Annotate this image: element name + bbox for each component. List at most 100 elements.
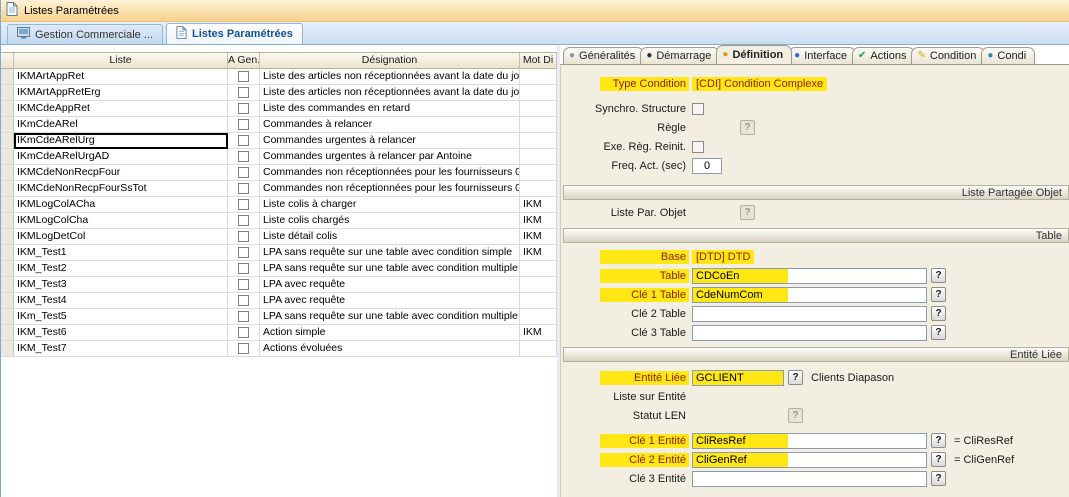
row-selector[interactable] [1,293,14,309]
cle3-entite-input[interactable] [692,471,927,487]
cell-designation[interactable]: LPA sans requête sur une table avec cond… [260,245,520,261]
grid-header-mot-directeur[interactable]: Mot Di [520,53,557,69]
cell-designation[interactable]: LPA sans requête sur une table avec cond… [260,309,520,325]
grid-header-designation[interactable]: Désignation [260,53,520,69]
cell-mot-directeur[interactable]: IKM [520,229,557,245]
grid-header-a-gen[interactable]: A Gen. [228,53,260,69]
row-selector[interactable] [1,133,14,149]
cell-a-gen[interactable] [228,309,260,325]
cell-mot-directeur[interactable] [520,85,557,101]
row-selector[interactable] [1,117,14,133]
cle3-table-input[interactable] [692,325,927,341]
cell-designation[interactable]: Liste détail colis [260,229,520,245]
cell-a-gen[interactable] [228,101,260,117]
tab-demarrage[interactable]: ● Démarrage [640,47,720,64]
cell-liste[interactable]: IKM_Test1 [14,245,228,261]
cell-a-gen[interactable] [228,69,260,85]
row-selector[interactable] [1,181,14,197]
cell-designation[interactable]: LPA sans requête sur une table avec cond… [260,261,520,277]
table-row[interactable]: IKm_Test5 LPA sans requête sur une table… [1,309,557,325]
a-gen-checkbox[interactable] [238,263,249,274]
cell-mot-directeur[interactable] [520,277,557,293]
cle2-entite-input[interactable] [692,452,927,468]
cle1-entite-help-button[interactable]: ? [931,433,946,448]
cell-a-gen[interactable] [228,85,260,101]
row-selector[interactable] [1,277,14,293]
cell-a-gen[interactable] [228,261,260,277]
cle1-table-input[interactable] [692,287,927,303]
a-gen-checkbox[interactable] [238,151,249,162]
row-selector[interactable] [1,101,14,117]
cell-mot-directeur[interactable] [520,69,557,85]
cell-mot-directeur[interactable] [520,309,557,325]
table-row[interactable]: IKMCdeNonRecpFour Commandes non réceptio… [1,165,557,181]
cell-liste[interactable]: IKMLogColCha [14,213,228,229]
cle2-table-help-button[interactable]: ? [931,306,946,321]
cle3-table-help-button[interactable]: ? [931,325,946,340]
cell-designation[interactable]: Liste colis à charger [260,197,520,213]
cle2-entite-help-button[interactable]: ? [931,452,946,467]
row-selector[interactable] [1,229,14,245]
table-row[interactable]: IKMArtAppRet Liste des articles non réce… [1,69,557,85]
cell-designation[interactable]: LPA avec requête [260,277,520,293]
cell-liste[interactable]: IKM_Test2 [14,261,228,277]
cell-a-gen[interactable] [228,341,260,357]
cell-mot-directeur[interactable] [520,293,557,309]
cell-designation[interactable]: Commandes à relancer [260,117,520,133]
row-selector[interactable] [1,85,14,101]
cell-mot-directeur[interactable] [520,181,557,197]
row-selector[interactable] [1,149,14,165]
a-gen-checkbox[interactable] [238,215,249,226]
cell-a-gen[interactable] [228,181,260,197]
grid-header-liste[interactable]: Liste [14,53,228,69]
tab-gestion-commerciale[interactable]: Gestion Commerciale ... [7,24,163,44]
entite-liee-input[interactable] [692,370,784,386]
cell-designation[interactable]: Commandes non réceptionnées pour les fou… [260,181,520,197]
cell-a-gen[interactable] [228,149,260,165]
cell-liste[interactable]: IKM_Test3 [14,277,228,293]
cell-liste[interactable]: IKMCdeAppRet [14,101,228,117]
cell-mot-directeur[interactable] [520,165,557,181]
cell-mot-directeur[interactable] [520,261,557,277]
table-row[interactable]: IKM_Test4 LPA avec requête [1,293,557,309]
table-row[interactable]: IKM_Test6 Action simple IKM [1,325,557,341]
cle2-table-input[interactable] [692,306,927,322]
cell-a-gen[interactable] [228,213,260,229]
cell-a-gen[interactable] [228,133,260,149]
a-gen-checkbox[interactable] [238,199,249,210]
table-row[interactable]: IKMLogDetCol Liste détail colis IKM [1,229,557,245]
a-gen-checkbox[interactable] [238,71,249,82]
exe-reg-reinit-checkbox[interactable] [692,141,704,153]
cell-mot-directeur[interactable] [520,117,557,133]
table-row[interactable]: IKMCdeAppRet Liste des commandes en reta… [1,101,557,117]
table-row[interactable]: IKM_Test1 LPA sans requête sur une table… [1,245,557,261]
cell-liste[interactable]: IKMCdeNonRecpFourSsTot [14,181,228,197]
table-row[interactable]: IKM_Test3 LPA avec requête [1,277,557,293]
tab-listes-parametrees[interactable]: Listes Paramétrées [166,23,303,44]
table-row[interactable]: IKMArtAppRetErg Liste des articles non r… [1,85,557,101]
cell-mot-directeur[interactable] [520,149,557,165]
cell-a-gen[interactable] [228,277,260,293]
table-input[interactable] [692,268,927,284]
tab-actions[interactable]: ✔ Actions [852,47,915,64]
cell-a-gen[interactable] [228,197,260,213]
row-selector[interactable] [1,325,14,341]
cell-liste[interactable]: IKM_Test7 [14,341,228,357]
row-selector[interactable] [1,309,14,325]
row-selector[interactable] [1,213,14,229]
cell-mot-directeur[interactable] [520,101,557,117]
cell-a-gen[interactable] [228,165,260,181]
a-gen-checkbox[interactable] [238,103,249,114]
a-gen-checkbox[interactable] [238,311,249,322]
cell-mot-directeur[interactable]: IKM [520,197,557,213]
cell-liste[interactable]: IKMCdeNonRecpFour [14,165,228,181]
cell-liste[interactable]: IKM_Test6 [14,325,228,341]
table-row[interactable]: IKmCdeARelUrg Commandes urgentes à relan… [1,133,557,149]
cell-liste[interactable]: IKmCdeARelUrg [14,133,228,149]
cell-liste[interactable]: IKmCdeARelUrgAD [14,149,228,165]
cle1-table-help-button[interactable]: ? [931,287,946,302]
cell-a-gen[interactable] [228,245,260,261]
table-help-button[interactable]: ? [931,268,946,283]
table-row[interactable]: IKM_Test2 LPA sans requête sur une table… [1,261,557,277]
a-gen-checkbox[interactable] [238,327,249,338]
